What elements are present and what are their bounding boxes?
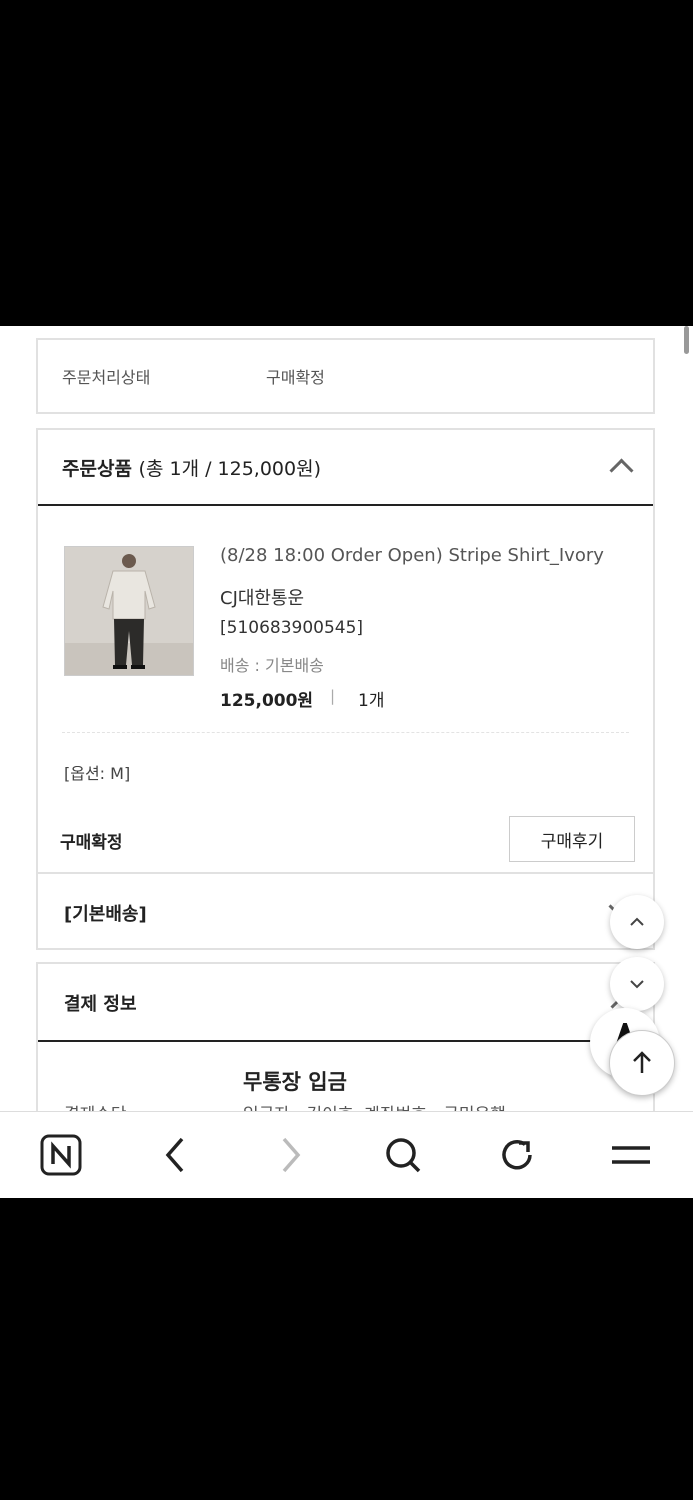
order-status-label: 주문처리상태	[62, 368, 151, 387]
product-option: [옵션: M]	[64, 764, 131, 783]
payment-detail: 입금자 : 김이호, 계좌번호 : 국민은행	[243, 1100, 506, 1111]
courier-name: CJ대한통운	[220, 588, 305, 609]
menu-button[interactable]	[608, 1132, 654, 1178]
order-items-title-text: 주문상품	[62, 458, 132, 480]
order-status-panel: 주문처리상태 구매확정	[36, 338, 655, 414]
payment-info-header[interactable]: 결제 정보	[38, 964, 653, 1042]
scroll-to-top-button[interactable]	[609, 1030, 675, 1096]
payment-info-title: 결제 정보	[64, 994, 137, 1015]
chevron-up-icon	[630, 917, 644, 926]
product-name[interactable]: (8/28 18:00 Order Open) Stripe Shirt_Ivo…	[220, 545, 604, 566]
scroll-down-button[interactable]	[610, 957, 664, 1011]
order-items-title: 주문상품 (총 1개 / 125,000원)	[62, 454, 321, 481]
refresh-button[interactable]	[494, 1132, 540, 1178]
search-icon	[386, 1138, 421, 1173]
naver-home-icon	[40, 1134, 82, 1176]
menu-icon	[612, 1146, 650, 1164]
arrow-up-icon	[633, 1051, 651, 1073]
payment-method-label: 결제수단	[64, 1100, 127, 1111]
order-status-value: 구매확정	[266, 368, 325, 387]
forward-button[interactable]	[268, 1132, 314, 1178]
order-items-summary: (총 1개 / 125,000원)	[138, 458, 321, 480]
product-price: 125,000원	[220, 691, 314, 711]
naver-home-button[interactable]	[38, 1132, 84, 1178]
product-thumbnail[interactable]	[64, 546, 194, 676]
refresh-icon	[502, 1140, 532, 1170]
write-review-button[interactable]: 구매후기	[509, 816, 635, 862]
page-viewport: 주문처리상태 구매확정 주문상품 (총 1개 / 125,000원) (8/28…	[0, 326, 693, 1111]
back-button[interactable]	[152, 1132, 198, 1178]
payment-method-value: 무통장 입금	[243, 1070, 347, 1094]
payment-info-panel: 결제 정보 무통장 입금 결제수단 입금자 : 김이호, 계좌번호 : 국민은행	[36, 962, 655, 1111]
chevron-down-icon	[630, 980, 644, 989]
tracking-number[interactable]: [510683900545]	[220, 618, 363, 638]
order-items-header[interactable]: 주문상품 (총 1개 / 125,000원)	[38, 430, 653, 506]
price-quantity-divider: |	[330, 687, 336, 705]
scroll-up-button[interactable]	[610, 895, 664, 949]
divider	[62, 732, 629, 733]
browser-toolbar	[0, 1111, 693, 1198]
shipping-group-title: [기본배송]	[64, 904, 147, 925]
shipping-method: 배송 : 기본배송	[220, 656, 324, 675]
product-quantity: 1개	[358, 691, 385, 711]
shipping-group-panel[interactable]: [기본배송]	[36, 872, 655, 950]
order-items-panel: 주문상품 (총 1개 / 125,000원) (8/28 18:00 Order…	[36, 428, 655, 875]
search-button[interactable]	[380, 1132, 426, 1178]
forward-icon	[282, 1137, 301, 1173]
item-status: 구매확정	[60, 833, 123, 853]
scrollbar[interactable]	[684, 326, 689, 354]
chevron-up-icon[interactable]	[609, 458, 634, 483]
back-icon	[165, 1137, 184, 1173]
